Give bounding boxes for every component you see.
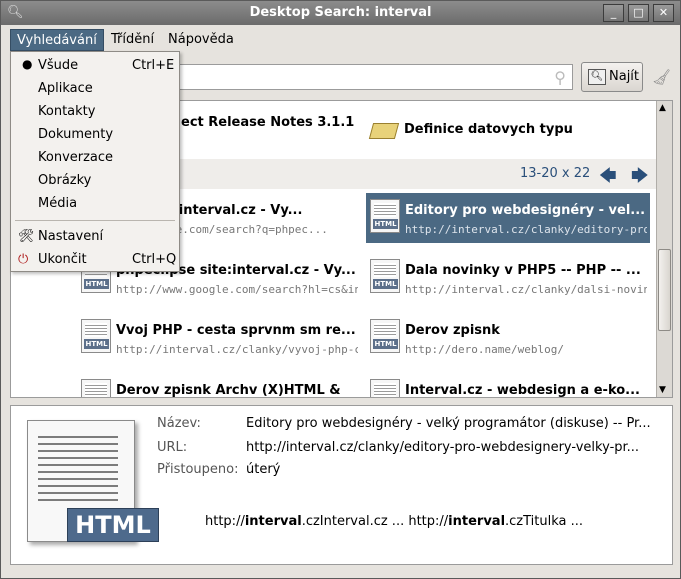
menu-trideni[interactable]: Třídění: [105, 29, 160, 51]
scroll-down-icon[interactable]: ▼: [659, 385, 666, 395]
menu-vyhledavani[interactable]: Vyhledávání: [10, 29, 104, 51]
result-title: Dala novinky v PHP5 -- PHP -- ...: [405, 263, 641, 278]
title-bar: 🔍︎ Desktop Search: interval _ □ ✕: [1, 1, 680, 25]
html-file-icon: HTML: [81, 379, 111, 397]
result-item[interactable]: HTML Editory pro webdesignéry - vel... h…: [366, 193, 650, 243]
category-title[interactable]: Definice datovych typu: [404, 122, 573, 137]
result-url: http://www.google.com/search?hl=cs&inl..…: [116, 283, 358, 296]
clear-icon[interactable]: 🧹︎: [652, 68, 671, 86]
html-document-icon: HTML: [23, 416, 159, 548]
search-scope-menu: ● Všude Ctrl+E Aplikace Kontakty Dokumen…: [10, 51, 180, 272]
find-button[interactable]: 🔍︎ Najít: [581, 62, 643, 92]
exit-icon: ⏻: [18, 252, 29, 267]
url-label: URL:: [157, 440, 188, 455]
menu-item-media[interactable]: Média: [11, 193, 179, 215]
result-title: Vvoj PHP - cesta sprvnm sm re...: [116, 323, 356, 338]
result-item[interactable]: HTML Vvoj PHP - cesta sprvnm sm re... ht…: [77, 313, 361, 363]
html-file-icon: HTML: [370, 199, 400, 233]
search-input[interactable]: ⚲: [171, 64, 573, 90]
menu-napoveda[interactable]: Nápověda: [162, 29, 240, 51]
result-title: Editory pro webdesignéry - vel...: [405, 203, 646, 218]
result-title[interactable]: ect Release Notes 3.1.1: [181, 115, 354, 130]
maximize-button[interactable]: □: [628, 4, 649, 22]
snippet-text: http://interval.czInterval.cz ... http:/…: [205, 514, 584, 529]
result-url: http://dero.name/weblog/: [405, 343, 564, 356]
menu-item-konverzace[interactable]: Konverzace: [11, 147, 179, 169]
search-icon: ⚲: [554, 68, 566, 87]
tools-icon: 🛠︎: [18, 229, 35, 244]
menu-item-vsude[interactable]: ● Všude Ctrl+E: [11, 55, 179, 77]
window-title: Desktop Search: interval: [249, 5, 432, 20]
menu-item-nastaveni[interactable]: 🛠︎ Nastavení: [11, 226, 179, 248]
app-window: 🔍︎ Desktop Search: interval _ □ ✕ Vyhled…: [0, 0, 681, 579]
folder-icon: [368, 123, 400, 139]
result-item[interactable]: HTML Dala novinky v PHP5 -- PHP -- ... h…: [366, 253, 650, 303]
result-item[interactable]: HTML Derov zpisnk http://dero.name/weblo…: [366, 313, 650, 363]
menu-item-kontakty[interactable]: Kontakty: [11, 101, 179, 123]
name-label: Název:: [157, 416, 201, 431]
find-icon: 🔍︎: [588, 69, 606, 85]
html-badge: HTML: [67, 508, 159, 542]
results-scrollbar[interactable]: ▲ ▼: [656, 101, 672, 397]
result-url: http://interval.cz/clanky/dalsi-novinky-…: [405, 283, 647, 296]
result-url: http://interval.cz/clanky/editory-pro-we…: [405, 223, 647, 236]
result-url: http://interval.cz/clanky/vyvoj-php-cest…: [116, 343, 358, 356]
name-value: Editory pro webdesignéry - velký program…: [246, 416, 651, 431]
result-title: Derov zpisnk Archv (X)HTML &: [116, 383, 341, 398]
menu-bar: Vyhledávání Třídění Nápověda: [1, 25, 680, 53]
result-item[interactable]: HTML Interval.cz - webdesign a e-ko...: [366, 373, 650, 398]
html-file-icon: HTML: [370, 259, 400, 293]
menu-item-aplikace[interactable]: Aplikace: [11, 78, 179, 100]
next-page-icon[interactable]: 🡆: [631, 163, 649, 192]
menu-item-obrazky[interactable]: Obrázky: [11, 170, 179, 192]
close-button[interactable]: ✕: [653, 4, 674, 22]
radio-bullet-icon: ●: [22, 57, 33, 71]
result-item[interactable]: HTML Derov zpisnk Archv (X)HTML &: [77, 373, 361, 398]
url-value[interactable]: http://interval.cz/clanky/editory-pro-we…: [246, 440, 666, 455]
result-title: Interval.cz - webdesign a e-ko...: [405, 383, 640, 398]
html-file-icon: HTML: [81, 319, 111, 353]
menu-item-dokumenty[interactable]: Dokumenty: [11, 124, 179, 146]
scroll-up-icon[interactable]: ▲: [659, 103, 666, 113]
menu-separator: [15, 220, 175, 221]
result-title: Derov zpisnk: [405, 323, 500, 338]
menu-item-ukoncit[interactable]: ⏻ Ukončit Ctrl+Q: [11, 249, 179, 271]
accessed-value: úterý: [246, 462, 281, 477]
prev-page-icon[interactable]: 🡄: [599, 163, 617, 192]
html-file-icon: HTML: [370, 319, 400, 353]
find-button-label: Najít: [609, 69, 640, 84]
minimize-button[interactable]: _: [603, 4, 624, 22]
details-pane: HTML Název: Editory pro webdesignéry - v…: [10, 405, 673, 565]
accessed-label: Přistoupeno:: [157, 462, 239, 477]
html-file-icon: HTML: [370, 379, 400, 397]
page-range: 13-20 x 22: [520, 166, 591, 181]
scroll-thumb[interactable]: [658, 249, 671, 331]
